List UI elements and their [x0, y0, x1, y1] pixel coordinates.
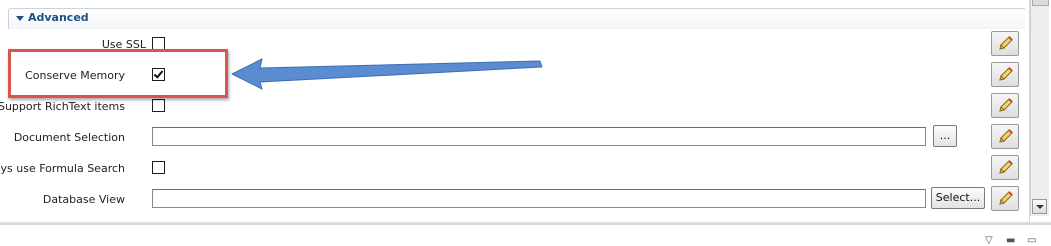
document-selection-edit-button[interactable]	[991, 124, 1019, 149]
always-formula-search-label: Always use Formula Search	[0, 162, 125, 175]
always-formula-search-edit-button[interactable]	[991, 155, 1019, 180]
support-richtext-edit-button[interactable]	[991, 93, 1019, 118]
support-richtext-checkbox[interactable]	[152, 99, 165, 112]
bottom-toolbar: ▽ ▬ ▭	[0, 222, 1051, 246]
divider	[0, 223, 1051, 225]
filter-icon[interactable]: ▽	[985, 236, 993, 246]
database-view-input[interactable]	[152, 189, 926, 208]
pencil-icon	[999, 129, 1013, 143]
support-richtext-label: Support RichText items	[0, 100, 125, 113]
pencil-icon	[999, 160, 1013, 174]
scrollbar-thumb[interactable]	[1032, 0, 1049, 6]
annotation-arrow-icon	[231, 58, 543, 90]
vertical-scrollbar[interactable]	[1030, 0, 1049, 216]
minimize-icon[interactable]: ▬	[1006, 236, 1015, 246]
use-ssl-edit-button[interactable]	[991, 31, 1019, 56]
advanced-panel: Advanced Use SSL Conserve Memory Support…	[0, 0, 1030, 222]
pencil-icon	[999, 36, 1013, 50]
database-view-select-button[interactable]: Select...	[931, 187, 985, 209]
pencil-icon	[999, 191, 1013, 205]
scroll-down-arrow-icon[interactable]	[1032, 199, 1047, 214]
always-formula-search-checkbox[interactable]	[152, 161, 165, 174]
document-selection-browse-button[interactable]: ...	[933, 125, 957, 147]
section-title: Advanced	[28, 11, 89, 24]
conserve-memory-edit-button[interactable]	[991, 62, 1019, 87]
pencil-icon	[999, 98, 1013, 112]
database-view-edit-button[interactable]	[991, 186, 1019, 211]
document-selection-label: Document Selection	[13, 131, 125, 144]
document-selection-input[interactable]	[152, 127, 926, 146]
highlight-box	[8, 49, 228, 98]
database-view-label: Database View	[42, 193, 125, 206]
triangle-down-icon[interactable]	[16, 16, 24, 21]
maximize-icon[interactable]: ▭	[1027, 236, 1036, 246]
pencil-icon	[999, 67, 1013, 81]
section-header-advanced[interactable]: Advanced	[8, 8, 1025, 29]
